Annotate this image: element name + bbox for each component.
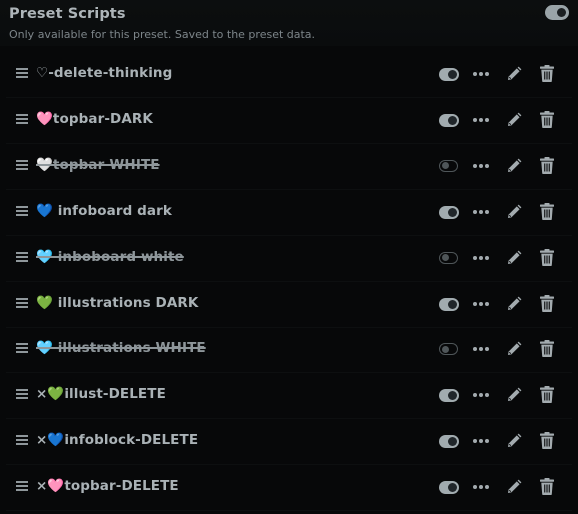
script-toggle[interactable]: [439, 389, 459, 403]
script-toggle[interactable]: [439, 251, 458, 264]
script-name: 💚 illustrations DARK: [36, 294, 199, 311]
script-row: ♡-delete-thinking: [0, 52, 578, 98]
more-options-icon[interactable]: [473, 255, 489, 261]
script-toggle[interactable]: [439, 297, 459, 311]
trash-icon[interactable]: [540, 340, 554, 358]
pencil-icon[interactable]: [506, 387, 522, 403]
more-options-icon[interactable]: [473, 485, 489, 490]
drag-handle-icon[interactable]: [16, 250, 28, 264]
trash-icon[interactable]: [540, 294, 554, 312]
script-row: 🤍topbar-WHITE: [0, 144, 578, 190]
trash-icon[interactable]: [540, 248, 554, 266]
pencil-icon[interactable]: [506, 204, 522, 220]
script-toggle[interactable]: [439, 343, 458, 356]
panel-header: Preset Scripts Only available for this p…: [9, 4, 569, 44]
script-toggle[interactable]: [439, 481, 459, 495]
pencil-icon[interactable]: [506, 479, 522, 495]
drag-handle-icon[interactable]: [16, 66, 28, 80]
script-row: ×🩷topbar-DELETE: [0, 465, 578, 512]
preset-scripts-panel: Preset Scripts Only available for this p…: [0, 0, 578, 514]
script-row: 💙 infoboard dark: [0, 190, 578, 236]
script-name: 🩷topbar-DARK: [36, 110, 153, 127]
script-name: 🩵 illustrations WHITE: [36, 340, 206, 357]
drag-handle-icon[interactable]: [16, 112, 28, 126]
panel-title: Preset Scripts: [9, 6, 126, 22]
script-toggle[interactable]: [439, 205, 459, 219]
script-row: 🩷topbar-DARK: [0, 98, 578, 144]
script-name: ♡-delete-thinking: [36, 65, 173, 81]
more-options-icon[interactable]: [473, 347, 489, 352]
drag-handle-icon[interactable]: [16, 479, 28, 493]
script-toggle[interactable]: [439, 435, 459, 449]
script-name: 🩵 inboboard white: [36, 248, 184, 265]
more-options-icon[interactable]: [473, 301, 489, 307]
more-options-icon[interactable]: [473, 117, 489, 123]
script-name: 🤍topbar-WHITE: [36, 156, 160, 173]
trash-icon[interactable]: [540, 110, 554, 128]
panel-subtitle: Only available for this preset. Saved to…: [9, 28, 316, 41]
drag-handle-icon[interactable]: [16, 387, 28, 401]
trash-icon[interactable]: [540, 386, 554, 404]
script-toggle[interactable]: [439, 68, 459, 81]
trash-icon[interactable]: [540, 432, 554, 450]
pencil-icon[interactable]: [506, 112, 522, 128]
more-options-icon[interactable]: [473, 209, 489, 215]
drag-handle-icon[interactable]: [16, 204, 28, 218]
script-name: 💙 infoboard dark: [36, 202, 172, 219]
more-options-icon[interactable]: [473, 439, 489, 444]
more-options-icon[interactable]: [473, 72, 489, 77]
more-options-icon[interactable]: [473, 163, 489, 169]
script-row: 🩵 inboboard white: [0, 236, 578, 282]
pencil-icon[interactable]: [506, 433, 522, 449]
drag-handle-icon[interactable]: [16, 433, 28, 447]
pencil-icon[interactable]: [506, 250, 522, 266]
pencil-icon[interactable]: [506, 66, 522, 82]
script-toggle[interactable]: [439, 113, 459, 127]
pencil-icon[interactable]: [506, 158, 522, 174]
script-name: ×🩷topbar-DELETE: [36, 478, 179, 495]
trash-icon[interactable]: [540, 156, 554, 174]
script-name: ×💙infoblock-DELETE: [36, 432, 199, 449]
script-row: 🩵 illustrations WHITE: [0, 327, 578, 374]
pencil-icon[interactable]: [506, 341, 522, 357]
preset-scripts-master-toggle[interactable]: [545, 5, 569, 20]
drag-handle-icon[interactable]: [16, 158, 28, 172]
pencil-icon[interactable]: [506, 296, 522, 312]
trash-icon[interactable]: [540, 478, 554, 496]
trash-icon[interactable]: [540, 202, 554, 220]
drag-handle-icon[interactable]: [16, 296, 28, 310]
script-row: ×💙infoblock-DELETE: [0, 419, 578, 466]
script-row: 💚 illustrations DARK: [0, 282, 578, 328]
script-row: ×💚illust-DELETE: [0, 373, 578, 420]
trash-icon[interactable]: [540, 65, 554, 82]
script-name: ×💚illust-DELETE: [36, 386, 166, 403]
script-toggle[interactable]: [439, 159, 458, 172]
drag-handle-icon[interactable]: [16, 341, 28, 355]
more-options-icon[interactable]: [473, 393, 489, 398]
